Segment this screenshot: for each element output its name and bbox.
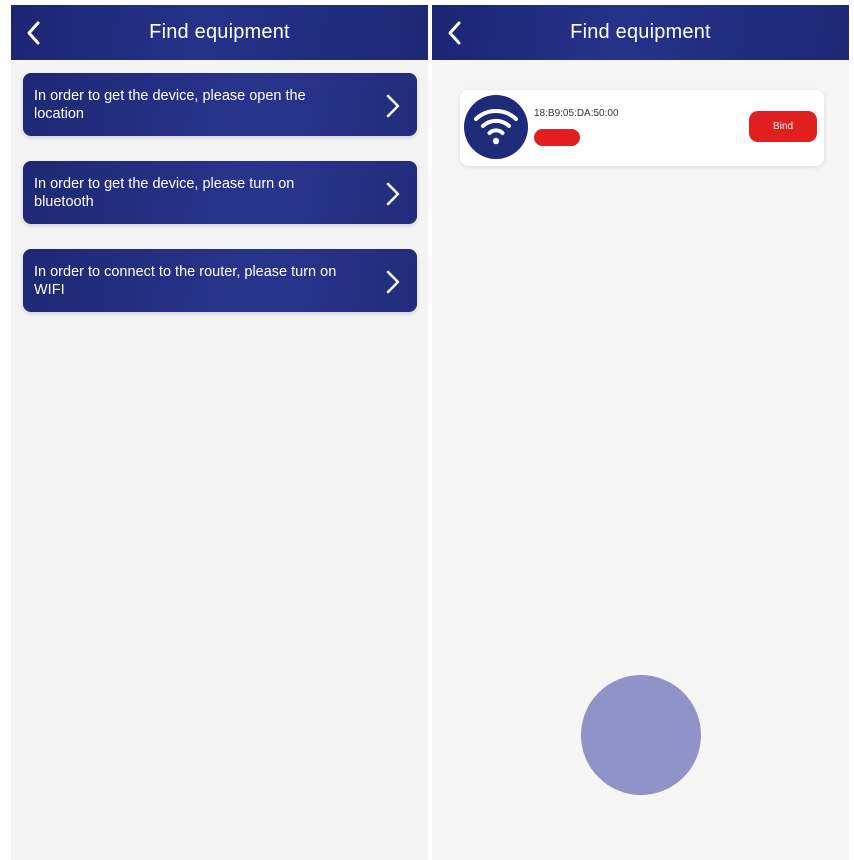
chevron-right-icon	[386, 182, 400, 206]
header-bar: Find equipment	[11, 5, 428, 60]
status-badge	[534, 129, 580, 146]
device-list-screen: Find equipment 18:B9:05:DA:50:00 Bind	[432, 5, 849, 860]
permissions-screen: Find equipment In order to get the devic…	[11, 5, 428, 860]
scan-button[interactable]	[581, 675, 701, 795]
card-text: In order to get the device, please open …	[34, 88, 306, 122]
card-text: In order to get the device, please turn …	[34, 176, 295, 210]
card-text: In order to connect to the router, pleas…	[34, 264, 337, 298]
bind-button[interactable]: Bind	[749, 111, 817, 142]
chevron-right-icon	[386, 270, 400, 294]
location-permission-card[interactable]: In order to get the device, please open …	[23, 73, 417, 136]
chevron-right-icon	[386, 94, 400, 118]
header-bar: Find equipment	[432, 5, 849, 60]
bluetooth-permission-card[interactable]: In order to get the device, please turn …	[23, 161, 417, 224]
page-title: Find equipment	[570, 21, 711, 43]
device-avatar	[464, 95, 528, 159]
wifi-icon	[474, 109, 518, 145]
page-title: Find equipment	[149, 21, 290, 43]
permission-list: In order to get the device, please open …	[23, 73, 417, 337]
device-list-item[interactable]: 18:B9:05:DA:50:00 Bind	[460, 90, 824, 166]
wifi-permission-card[interactable]: In order to connect to the router, pleas…	[23, 249, 417, 312]
device-mac-address: 18:B9:05:DA:50:00	[534, 108, 619, 119]
